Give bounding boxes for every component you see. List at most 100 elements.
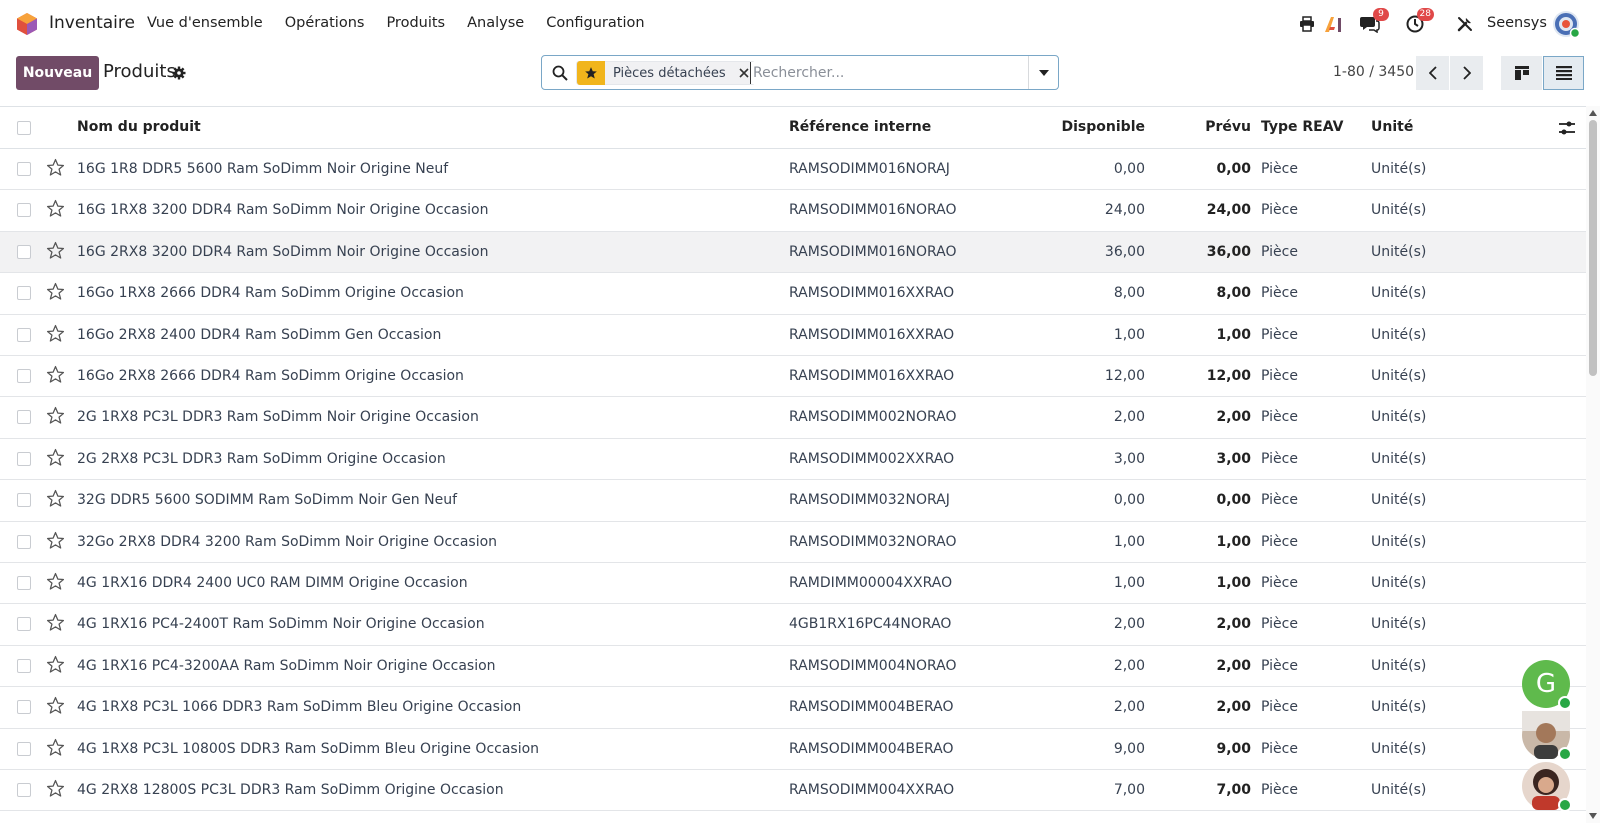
row-checkbox[interactable] (17, 576, 31, 590)
scroll-thumb[interactable] (1589, 120, 1597, 376)
table-row[interactable]: 2G 1RX8 PC3L DDR3 Ram SoDimm Noir Origin… (0, 397, 1586, 439)
select-all-checkbox[interactable] (17, 121, 31, 135)
favorite-star-icon[interactable] (46, 779, 65, 798)
table-row[interactable]: 32Go 2RX8 DDR4 3200 Ram SoDimm Noir Orig… (0, 522, 1586, 563)
messages-button[interactable]: 9 (1359, 8, 1389, 36)
debug-tools-button[interactable] (1454, 12, 1476, 36)
product-reference: RAMSODIMM016NORAO (789, 202, 957, 219)
chat-bubble-user-3[interactable] (1522, 762, 1572, 812)
chat-bubble-user-2[interactable] (1522, 711, 1572, 761)
table-row[interactable]: 32G DDR5 5600 SODIMM Ram SoDimm Noir Gen… (0, 480, 1586, 522)
quantity-forecast: 12,00 (1206, 368, 1251, 384)
table-row[interactable]: 4G 1RX8 PC3L 1066 DDR3 Ram SoDimm Bleu O… (0, 687, 1586, 729)
search-input[interactable] (750, 62, 1020, 84)
print-button[interactable] (1296, 12, 1318, 36)
column-header-reference[interactable]: Référence interne (789, 119, 931, 135)
favorite-star-icon[interactable] (46, 572, 65, 591)
pager-previous-button[interactable] (1416, 56, 1449, 90)
kanban-view-button[interactable] (1501, 56, 1542, 90)
table-row[interactable]: 16Go 2RX8 2400 DDR4 Ram SoDimm Gen Occas… (0, 315, 1586, 356)
pager-next-button[interactable] (1450, 56, 1483, 90)
quantity-available: 1,00 (1113, 575, 1145, 591)
column-header-available[interactable]: Disponible (1000, 119, 1145, 135)
table-row[interactable]: 2G 2RX8 PC3L DDR3 Ram SoDimm Origine Occ… (0, 439, 1586, 481)
quantity-available: 12,00 (1104, 368, 1145, 384)
row-checkbox[interactable] (17, 369, 31, 383)
product-name: 32G DDR5 5600 SODIMM Ram SoDimm Noir Gen… (77, 492, 458, 509)
row-checkbox[interactable] (17, 203, 31, 218)
column-header-type[interactable]: Type REAV (1261, 119, 1343, 135)
company-switcher[interactable]: Seensys (1487, 15, 1547, 31)
table-row[interactable]: 16Go 1RX8 2666 DDR4 Ram SoDimm Origine O… (0, 273, 1586, 315)
row-checkbox[interactable] (17, 658, 31, 673)
table-row[interactable]: 16G 2RX8 3200 DDR4 Ram SoDimm Noir Origi… (0, 231, 1586, 274)
menu-analysis[interactable]: Analyse (467, 15, 524, 31)
favorite-star-icon[interactable] (46, 158, 65, 177)
row-checkbox[interactable] (17, 244, 31, 259)
favorite-star-icon[interactable] (46, 696, 65, 715)
table-row[interactable]: 4G 1RX16 PC4-2400T Ram SoDimm Noir Origi… (0, 604, 1586, 646)
favorite-star-icon[interactable] (46, 738, 65, 757)
product-unit: Unité(s) (1371, 409, 1427, 426)
menu-overview[interactable]: Vue d'ensemble (147, 15, 263, 31)
favorite-star-icon[interactable] (46, 365, 65, 384)
table-row[interactable]: 16G 1RX8 3200 DDR4 Ram SoDimm Noir Origi… (0, 190, 1586, 232)
user-avatar[interactable] (1552, 10, 1580, 38)
table-row[interactable]: 16G 1R8 DDR5 5600 Ram SoDimm Noir Origin… (0, 149, 1586, 191)
favorite-star-icon[interactable] (46, 406, 65, 425)
favorite-star-icon[interactable] (46, 448, 65, 467)
row-checkbox[interactable] (17, 327, 31, 342)
quantity-available: 1,00 (1113, 533, 1145, 550)
gear-icon[interactable] (172, 66, 186, 80)
row-checkbox[interactable] (17, 534, 31, 549)
column-header-unit[interactable]: Unité (1371, 119, 1413, 135)
inventory-app-icon[interactable] (16, 12, 38, 36)
product-reference: RAMSODIMM016XXRAO (789, 285, 955, 302)
table-row[interactable]: 4G 1RX8 PC3L 10800S DDR3 Ram SoDimm Bleu… (0, 729, 1586, 770)
menu-configuration[interactable]: Configuration (546, 15, 644, 31)
table-row[interactable]: 4G 1RX16 DDR4 2400 UC0 RAM DIMM Origine … (0, 563, 1586, 605)
search-icon[interactable] (552, 65, 568, 81)
row-checkbox[interactable] (17, 617, 31, 632)
app-name[interactable]: Inventaire (49, 13, 135, 33)
favorite-star-icon[interactable] (46, 324, 65, 343)
favorite-star-icon[interactable] (46, 282, 65, 301)
ai-button[interactable] (1323, 12, 1345, 36)
favorite-star-icon[interactable] (46, 241, 65, 260)
column-header-forecast[interactable]: Prévu (1150, 119, 1251, 135)
favorite-star-icon[interactable] (46, 199, 65, 218)
table-row[interactable]: 4G 1RX16 PC4-3200AA Ram SoDimm Noir Orig… (0, 646, 1586, 688)
chat-initial: G (1535, 669, 1557, 699)
search-options-toggle[interactable] (1028, 56, 1058, 89)
pager-value[interactable]: 1-80 / 3450 (1333, 64, 1414, 80)
optional-columns-icon[interactable] (1558, 119, 1576, 137)
row-checkbox[interactable] (17, 410, 31, 425)
scroll-down-arrow-icon[interactable] (1589, 813, 1597, 819)
row-checkbox[interactable] (17, 286, 31, 301)
row-checkbox[interactable] (17, 700, 31, 715)
quantity-available: 36,00 (1104, 243, 1145, 260)
vertical-scrollbar[interactable] (1586, 106, 1600, 823)
product-reference: RAMSODIMM032NORAO (789, 533, 957, 550)
table-row[interactable]: 16Go 2RX8 2666 DDR4 Ram SoDimm Origine O… (0, 356, 1586, 398)
row-checkbox[interactable] (17, 493, 31, 508)
activities-button[interactable]: 28 (1404, 8, 1434, 36)
menu-products[interactable]: Produits (386, 15, 445, 31)
list-view-button[interactable] (1543, 56, 1584, 90)
chat-bubble-g[interactable]: G (1522, 660, 1572, 710)
favorite-star-icon[interactable] (46, 613, 65, 632)
column-header-name[interactable]: Nom du produit (77, 119, 201, 135)
online-status-dot (1558, 696, 1572, 710)
row-checkbox[interactable] (17, 162, 31, 176)
row-checkbox[interactable] (17, 741, 31, 756)
new-button[interactable]: Nouveau (16, 56, 99, 90)
scroll-up-arrow-icon[interactable] (1589, 110, 1597, 116)
favorite-star-icon[interactable] (46, 655, 65, 674)
favorite-star-icon[interactable] (46, 489, 65, 508)
menu-operations[interactable]: Opérations (285, 15, 365, 31)
product-reference: RAMDIMM00004XXRAO (789, 575, 953, 591)
row-checkbox[interactable] (17, 451, 31, 466)
favorite-star-icon[interactable] (46, 531, 65, 550)
row-checkbox[interactable] (17, 783, 31, 797)
table-row[interactable]: 4G 2RX8 12800S PC3L DDR3 Ram SoDimm Orig… (0, 770, 1586, 812)
